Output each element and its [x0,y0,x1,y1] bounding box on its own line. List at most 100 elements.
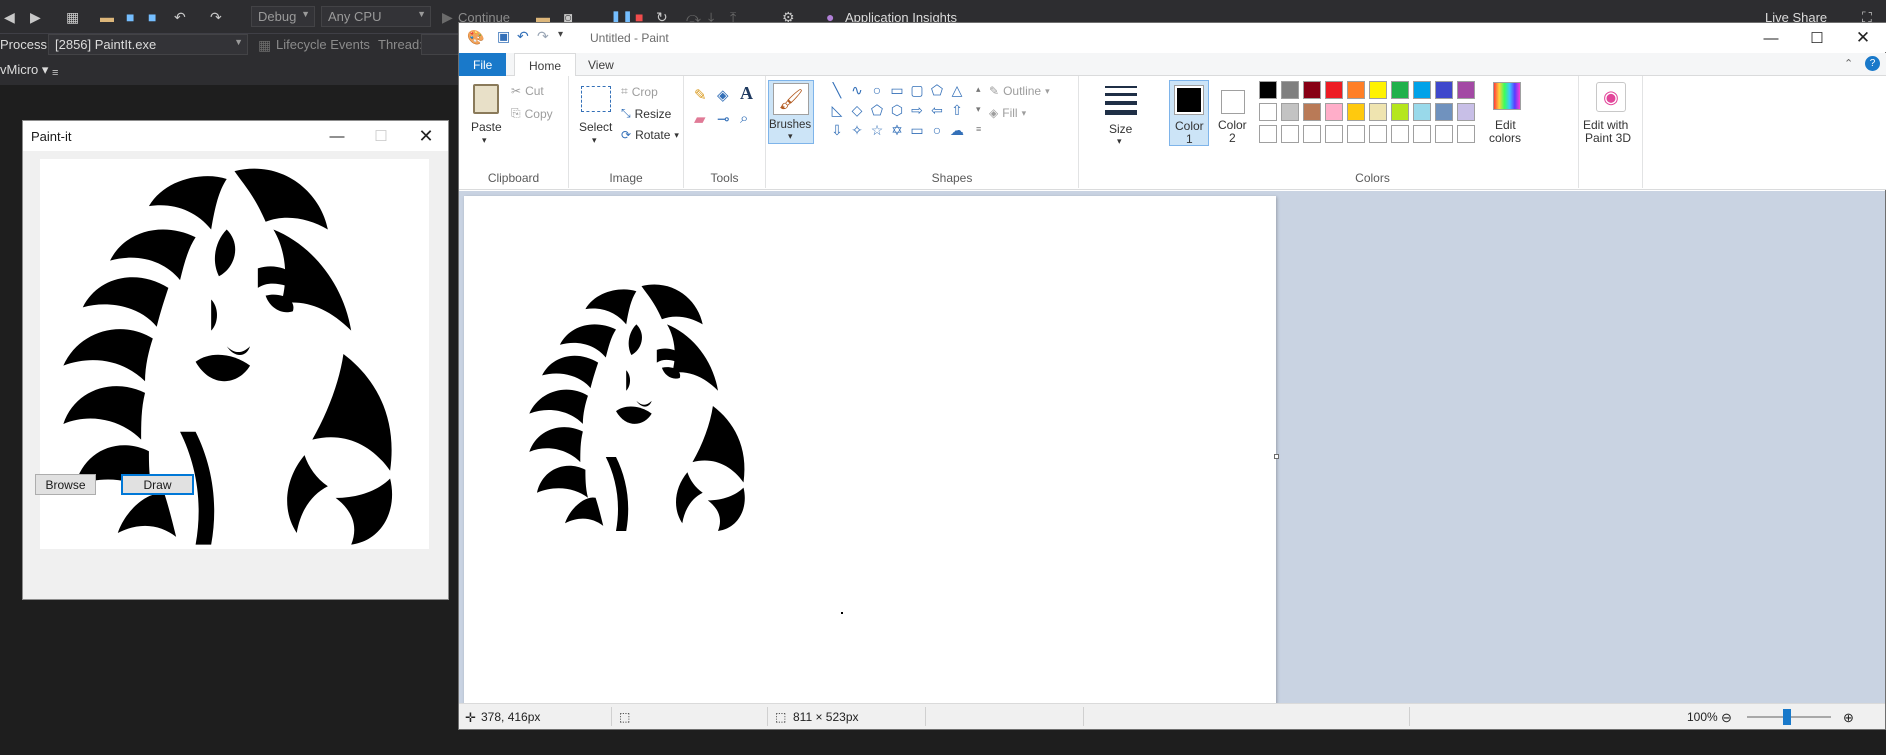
palette-swatch[interactable] [1325,103,1343,121]
up-arrow-shape-icon[interactable]: ⇧ [949,102,965,118]
five-point-star-shape-icon[interactable]: ☆ [869,122,885,138]
tab-file[interactable]: File [459,53,507,76]
callout-cloud-shape-icon[interactable]: ☁ [949,122,965,138]
color2-button[interactable]: Color 2 [1213,80,1253,146]
palette-swatch[interactable] [1369,103,1387,121]
callout-oval-shape-icon[interactable]: ○ [929,122,945,138]
crop-button[interactable]: ⌗ Crop [621,84,658,99]
four-point-star-shape-icon[interactable]: ✧ [849,122,865,138]
continue-icon[interactable]: ▶ [442,9,453,25]
palette-swatch[interactable] [1281,81,1299,99]
lifecycle-events-label[interactable]: Lifecycle Events [276,37,370,52]
shapes-scroll-down-icon[interactable]: ▾ [976,104,981,115]
custom-color-slot[interactable] [1281,125,1299,143]
back-icon[interactable]: ◀ [4,9,15,25]
fill-bucket-icon[interactable]: ◈ [717,86,729,104]
palette-swatch[interactable] [1435,103,1453,121]
paste-button[interactable]: Paste ▾ [467,80,507,152]
brushes-button[interactable]: 🖌 Brushes ▾ [768,80,814,144]
size-button[interactable]: Size ▾ [1099,82,1141,148]
cut-button[interactable]: ✂ Cut [511,84,544,98]
outline-button[interactable]: ✎ Outline ▾ [989,84,1050,98]
shapes-expand-icon[interactable]: ≡ [976,124,981,134]
palette-swatch[interactable] [1281,103,1299,121]
save-all-icon[interactable]: ■ [148,9,156,25]
shapes-gallery[interactable]: ╲ ∿ ○ ▭ ▢ ⬠ △ ◺ ◇ ⬠ ⬡ ⇨ ⇦ ⇧ ⇩ ✧ ☆ ✡ ▭ ○ [829,82,979,144]
zoom-out-icon[interactable]: ⊖ [1721,710,1732,726]
text-tool-icon[interactable]: A [740,83,753,104]
custom-color-slot[interactable] [1259,125,1277,143]
eraser-icon[interactable]: ▰ [694,110,706,128]
close-button[interactable]: ✕ [404,121,448,151]
quick-redo-icon[interactable]: ↷ [537,28,549,45]
redo-icon[interactable]: ↷ [210,9,222,25]
right-arrow-shape-icon[interactable]: ⇨ [909,102,925,118]
custom-color-slot[interactable] [1457,125,1475,143]
open-folder-icon[interactable]: ▬ [100,9,114,25]
save-icon[interactable]: ■ [126,9,134,25]
custom-color-slot[interactable] [1413,125,1431,143]
minimize-button[interactable]: — [315,121,359,151]
collapse-ribbon-icon[interactable]: ⌃ [1844,57,1853,70]
copy-button[interactable]: ⎘ Copy [511,106,553,121]
palette-swatch[interactable] [1413,103,1431,121]
palette-swatch[interactable] [1369,81,1387,99]
rounded-rectangle-shape-icon[interactable]: ▢ [909,82,925,98]
palette-swatch[interactable] [1303,103,1321,121]
fill-button[interactable]: ◈ Fill ▾ [989,106,1026,120]
shapes-scroll-up-icon[interactable]: ▴ [976,84,981,95]
palette-swatch[interactable] [1325,81,1343,99]
paint-canvas[interactable] [464,196,1276,719]
palette-swatch[interactable] [1391,81,1409,99]
custom-color-slot[interactable] [1347,125,1365,143]
edit-colors-button[interactable]: Edit colors [1485,80,1529,150]
paint-minimize-button[interactable]: — [1749,23,1793,53]
palette-swatch[interactable] [1435,81,1453,99]
config-dropdown[interactable]: Debug ▼ [251,6,315,27]
palette-swatch[interactable] [1259,103,1277,121]
maximize-button[interactable]: ☐ [359,121,403,151]
palette-swatch[interactable] [1303,81,1321,99]
custom-color-slot[interactable] [1325,125,1343,143]
paint-close-button[interactable]: ✕ [1841,23,1885,53]
palette-swatch[interactable] [1391,103,1409,121]
edit-with-paint3d-button[interactable]: ◉ Edit with Paint 3D [1581,80,1641,150]
polygon-shape-icon[interactable]: ⬠ [929,82,945,98]
rotate-button[interactable]: ⟳ Rotate ▾ [621,128,679,142]
palette-swatch[interactable] [1413,81,1431,99]
left-arrow-shape-icon[interactable]: ⇦ [929,102,945,118]
oval-shape-icon[interactable]: ○ [869,82,885,98]
pentagon-shape-icon[interactable]: ⬠ [869,102,885,118]
thread-dropdown[interactable] [421,34,461,55]
down-arrow-shape-icon[interactable]: ⇩ [829,122,845,138]
quick-save-icon[interactable]: ▣ [497,28,510,45]
rectangle-shape-icon[interactable]: ▭ [889,82,905,98]
callout-rect-shape-icon[interactable]: ▭ [909,122,925,138]
help-icon[interactable]: ? [1865,56,1880,71]
vmicro-menu[interactable]: vMicro ▾ [0,62,48,78]
resize-button[interactable]: ⤡ Resize [621,106,671,121]
draw-button[interactable]: Draw [121,474,194,495]
palette-swatch[interactable] [1457,103,1475,121]
curve-shape-icon[interactable]: ∿ [849,82,865,98]
palette-swatch[interactable] [1457,81,1475,99]
forward-icon[interactable]: ▶ [30,9,41,25]
diamond-shape-icon[interactable]: ◇ [849,102,865,118]
tab-home[interactable]: Home [514,53,577,77]
custom-color-slot[interactable] [1369,125,1387,143]
quick-undo-icon[interactable]: ↶ [517,28,529,45]
undo-icon[interactable]: ↶ [174,9,186,25]
custom-color-slot[interactable] [1303,125,1321,143]
palette-swatch[interactable] [1347,103,1365,121]
resize-handle-right[interactable] [1274,454,1279,459]
color-picker-icon[interactable]: ⊸ [717,110,730,128]
hexagon-shape-icon[interactable]: ⬡ [889,102,905,118]
process-dropdown[interactable]: [2856] PaintIt.exe ▼ [48,34,248,55]
magnifier-icon[interactable]: ⌕ [740,110,748,127]
custom-color-slot[interactable] [1391,125,1409,143]
select-button[interactable]: Select ▾ [575,80,617,152]
color1-button[interactable]: Color 1 [1169,80,1209,146]
paint-maximize-button[interactable]: ☐ [1795,23,1839,53]
zoom-in-icon[interactable]: ⊕ [1843,710,1854,726]
pencil-icon[interactable]: ✎ [694,86,707,104]
